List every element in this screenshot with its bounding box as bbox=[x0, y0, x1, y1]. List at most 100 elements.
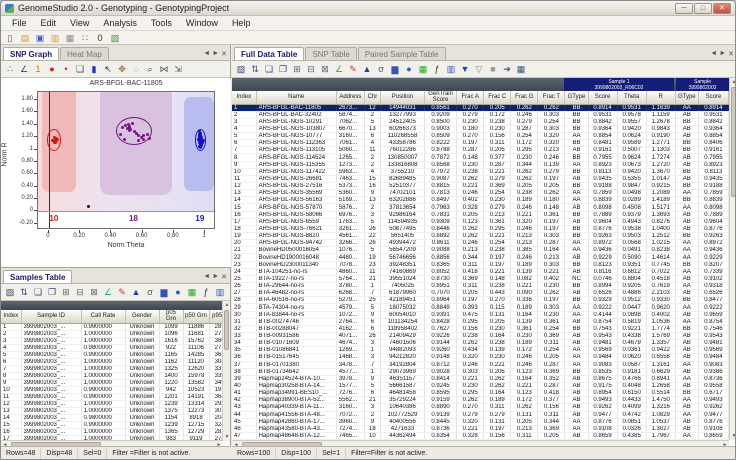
cell[interactable]: 0.377 bbox=[538, 397, 565, 404]
cell[interactable]: 5963... bbox=[336, 168, 364, 175]
cell[interactable]: 7061... bbox=[336, 140, 364, 147]
cell[interactable]: 1.0147 bbox=[646, 175, 675, 182]
cell[interactable]: 9 bbox=[1, 379, 21, 386]
cell[interactable]: BB bbox=[565, 168, 588, 175]
cell[interactable]: 0.9558 bbox=[698, 382, 728, 389]
cell[interactable]: 0.6717 bbox=[698, 390, 728, 397]
legend-icon[interactable]: ▮ bbox=[88, 63, 100, 75]
cell[interactable]: 0.9190 bbox=[646, 133, 675, 140]
cell[interactable]: 0.4385 bbox=[617, 432, 646, 439]
cell[interactable]: 0.9604 bbox=[698, 218, 728, 225]
cell[interactable]: ARS-BFGL-NGS-112363 bbox=[256, 140, 336, 147]
cell[interactable]: 0.8951 bbox=[425, 283, 457, 290]
cell[interactable]: 0.7831 bbox=[425, 211, 457, 218]
cell[interactable]: 0.4144 bbox=[588, 311, 617, 318]
table-row[interactable]: 36BTB-015176451468...3942128200.91480.32… bbox=[232, 354, 729, 361]
cell[interactable]: 0.361 bbox=[511, 325, 538, 332]
cell[interactable]: BTA-46482-no-rs bbox=[256, 290, 336, 297]
cell[interactable]: AA bbox=[675, 268, 698, 275]
column-header[interactable]: Index bbox=[232, 91, 256, 104]
cell[interactable]: 0.9181 bbox=[617, 368, 646, 375]
cell[interactable]: 0.164 bbox=[538, 247, 565, 254]
cell[interactable]: 1400 bbox=[159, 372, 183, 379]
union-icon[interactable]: ⊞ bbox=[60, 286, 72, 298]
table-row[interactable]: 33BTB-009315864071...26214094290.92260.2… bbox=[232, 333, 729, 340]
data-point-AB[interactable] bbox=[128, 129, 131, 132]
cell[interactable]: 13277993 bbox=[380, 111, 424, 118]
cell[interactable]: AA bbox=[565, 190, 588, 197]
cell[interactable]: 1273... bbox=[336, 161, 364, 168]
copy-icon[interactable]: ❏ bbox=[32, 286, 44, 298]
cell[interactable]: 1 bbox=[364, 347, 380, 354]
cell[interactable]: 0.9900000 bbox=[81, 323, 125, 330]
cell[interactable]: 0.344 bbox=[457, 254, 484, 261]
cell[interactable]: 0.197 bbox=[538, 225, 565, 232]
cell[interactable]: 3999802003_... bbox=[21, 379, 81, 386]
cell[interactable]: 15 bbox=[364, 175, 380, 182]
cell[interactable]: 3478... bbox=[336, 361, 364, 368]
table-row[interactable]: 24BTA-104251-no-rs4860...11741608690.805… bbox=[232, 268, 729, 275]
cell[interactable]: 18 bbox=[364, 425, 380, 432]
cell[interactable]: 0.9229 bbox=[588, 254, 617, 261]
panel-close-icon[interactable]: ✕ bbox=[728, 50, 734, 58]
cell[interactable]: 0.8116 bbox=[588, 268, 617, 275]
cell[interactable]: 34192804 bbox=[380, 361, 424, 368]
cell[interactable]: AB bbox=[565, 204, 588, 211]
stats-icon[interactable]: σ bbox=[144, 286, 156, 298]
cell[interactable]: 0.230 bbox=[538, 283, 565, 290]
cell[interactable]: 0.279 bbox=[457, 411, 484, 418]
filter-icon[interactable]: ▼ bbox=[228, 286, 230, 298]
cell[interactable]: 12715 bbox=[183, 421, 209, 428]
cell[interactable]: 0.172 bbox=[511, 347, 538, 354]
cell[interactable]: 12 bbox=[1, 400, 21, 407]
cell[interactable]: 0.9161 bbox=[588, 147, 617, 154]
cell[interactable]: 52510377 bbox=[380, 183, 424, 190]
lock-icon[interactable]: ■ bbox=[487, 63, 499, 75]
cell[interactable]: 12729 bbox=[183, 428, 209, 435]
cell[interactable]: 0.7972 bbox=[425, 168, 457, 175]
table-row[interactable]: 22BovineHD19000160484480...19567466560.8… bbox=[232, 254, 729, 261]
cell[interactable]: 6976... bbox=[336, 211, 364, 218]
cell[interactable]: BB bbox=[565, 118, 588, 125]
data-point-AB[interactable] bbox=[146, 133, 149, 136]
copy-icon[interactable]: ❏ bbox=[263, 63, 275, 75]
cell[interactable]: Hapmap48648-BTA-12... bbox=[256, 432, 336, 439]
cell[interactable]: 3999802003_... bbox=[21, 344, 81, 351]
table-row[interactable]: 28BTA-60516-no-rs5279...25421894510.8964… bbox=[232, 297, 729, 304]
cell[interactable]: 1.3027 bbox=[646, 425, 675, 432]
cell[interactable]: 118958402 bbox=[380, 325, 424, 332]
cell[interactable]: 3999802003_... bbox=[21, 358, 81, 365]
cell[interactable]: 0.262 bbox=[538, 104, 565, 111]
table-row[interactable]: 39Hapmap24524-BTA-10...3978...9463511570… bbox=[232, 375, 729, 382]
cell[interactable]: AB bbox=[675, 368, 698, 375]
cell[interactable]: 0.9900000 bbox=[81, 393, 125, 400]
cell[interactable]: 0.8712 bbox=[425, 361, 457, 368]
cell[interactable]: 0.8414 bbox=[425, 375, 457, 382]
fx-icon[interactable]: ƒ bbox=[431, 63, 443, 75]
cell[interactable]: AA bbox=[675, 247, 698, 254]
cell[interactable]: 3978... bbox=[336, 375, 364, 382]
cell[interactable]: 0.9222 bbox=[588, 304, 617, 311]
cell[interactable]: ARS-BFGL-NGS-114524 bbox=[256, 154, 336, 161]
edit-icon[interactable]: ✎ bbox=[116, 286, 128, 298]
cell[interactable]: 0.156 bbox=[538, 404, 565, 411]
cell[interactable]: 0.9379 bbox=[617, 211, 646, 218]
cell[interactable]: 11106 bbox=[183, 344, 209, 351]
cell[interactable]: 0.262 bbox=[511, 175, 538, 182]
cell[interactable]: 0.295 bbox=[511, 147, 538, 154]
cell[interactable]: 0.0620 bbox=[617, 354, 646, 361]
cell[interactable]: 0.9435 bbox=[588, 175, 617, 182]
line-plot-icon[interactable]: ∠ bbox=[18, 63, 30, 75]
cell[interactable]: 0.8972 bbox=[588, 240, 617, 247]
cell[interactable]: BB bbox=[565, 111, 588, 118]
cell[interactable]: BTA-60516-no-rs bbox=[256, 297, 336, 304]
cell[interactable]: AA bbox=[565, 240, 588, 247]
cell[interactable]: 0.180 bbox=[538, 197, 565, 204]
cell[interactable]: 61879960 bbox=[380, 290, 424, 297]
cell[interactable]: AB bbox=[565, 254, 588, 261]
cell[interactable]: 0.9847 bbox=[617, 183, 646, 190]
cell[interactable]: 0.262 bbox=[457, 225, 484, 232]
cell[interactable]: 0.7872 bbox=[425, 154, 457, 161]
cell[interactable]: 0.254 bbox=[484, 240, 511, 247]
cell[interactable]: ARS-BFGL-NGS-8820 bbox=[256, 233, 336, 240]
